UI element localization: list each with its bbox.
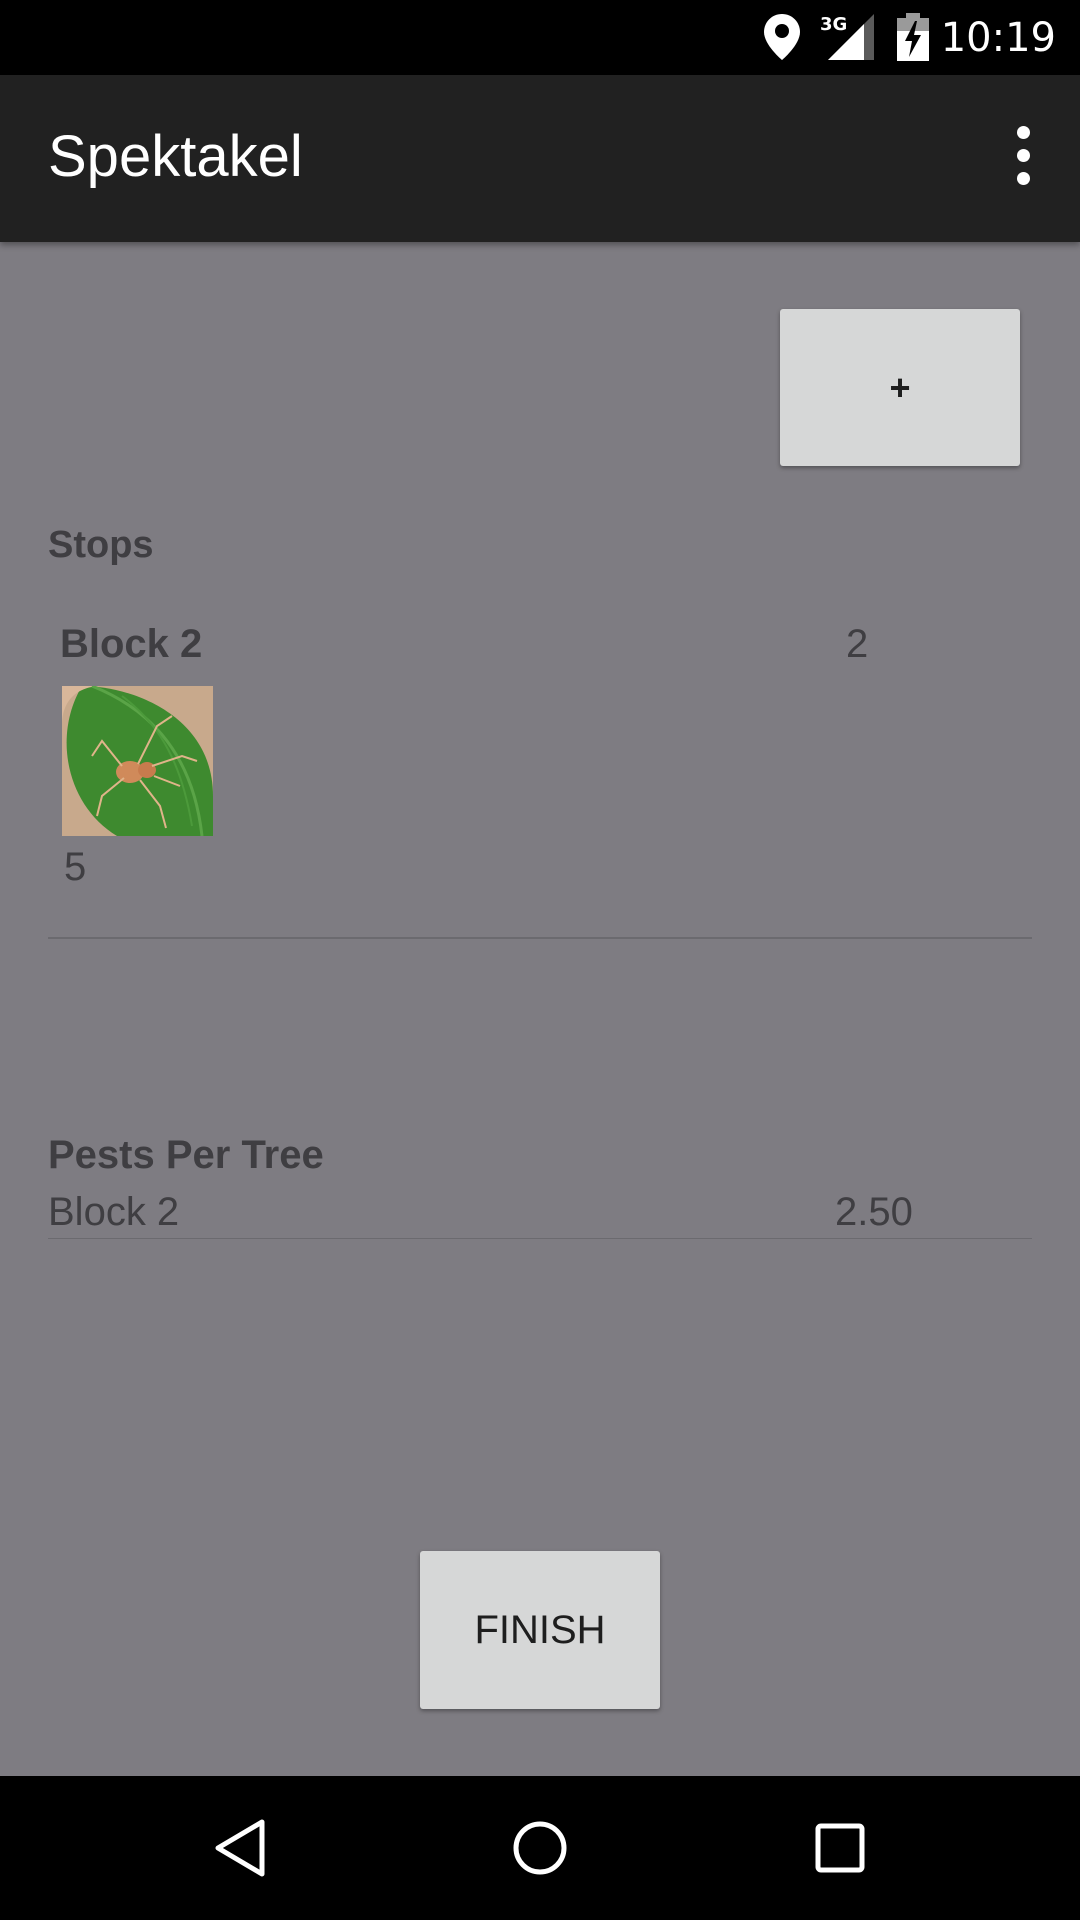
menu-dot (1016, 125, 1030, 139)
pests-per-tree-block: Block 2 (48, 1190, 180, 1234)
app-toolbar: Spektakel (0, 75, 1080, 242)
location-icon (764, 14, 800, 60)
menu-dot (1016, 171, 1030, 185)
status-bar: 3G 10:19 (0, 0, 1080, 75)
pest-photo[interactable] (62, 686, 213, 836)
home-icon[interactable] (490, 1802, 590, 1894)
stop-name: Block 2 (60, 622, 203, 666)
stop-pest-count: 5 (64, 845, 87, 889)
back-icon[interactable] (190, 1802, 290, 1894)
signal-icon (828, 14, 874, 60)
recents-icon[interactable] (790, 1802, 890, 1894)
stop-count: 2 (846, 622, 869, 666)
status-time: 10:19 (940, 15, 1056, 61)
divider (48, 937, 1032, 939)
app-title: Spektakel (48, 124, 303, 189)
overflow-menu-icon[interactable] (990, 115, 1056, 195)
stops-heading: Stops (48, 524, 154, 566)
finish-button[interactable]: FINISH (420, 1551, 660, 1709)
battery-charging-icon (897, 13, 929, 61)
navigation-bar (0, 1776, 1080, 1920)
divider (48, 1238, 1032, 1239)
pests-per-tree-value: 2.50 (835, 1190, 913, 1234)
menu-dot (1016, 148, 1030, 162)
pests-per-tree-heading: Pests Per Tree (48, 1133, 324, 1177)
add-stop-button[interactable]: + (780, 309, 1020, 466)
